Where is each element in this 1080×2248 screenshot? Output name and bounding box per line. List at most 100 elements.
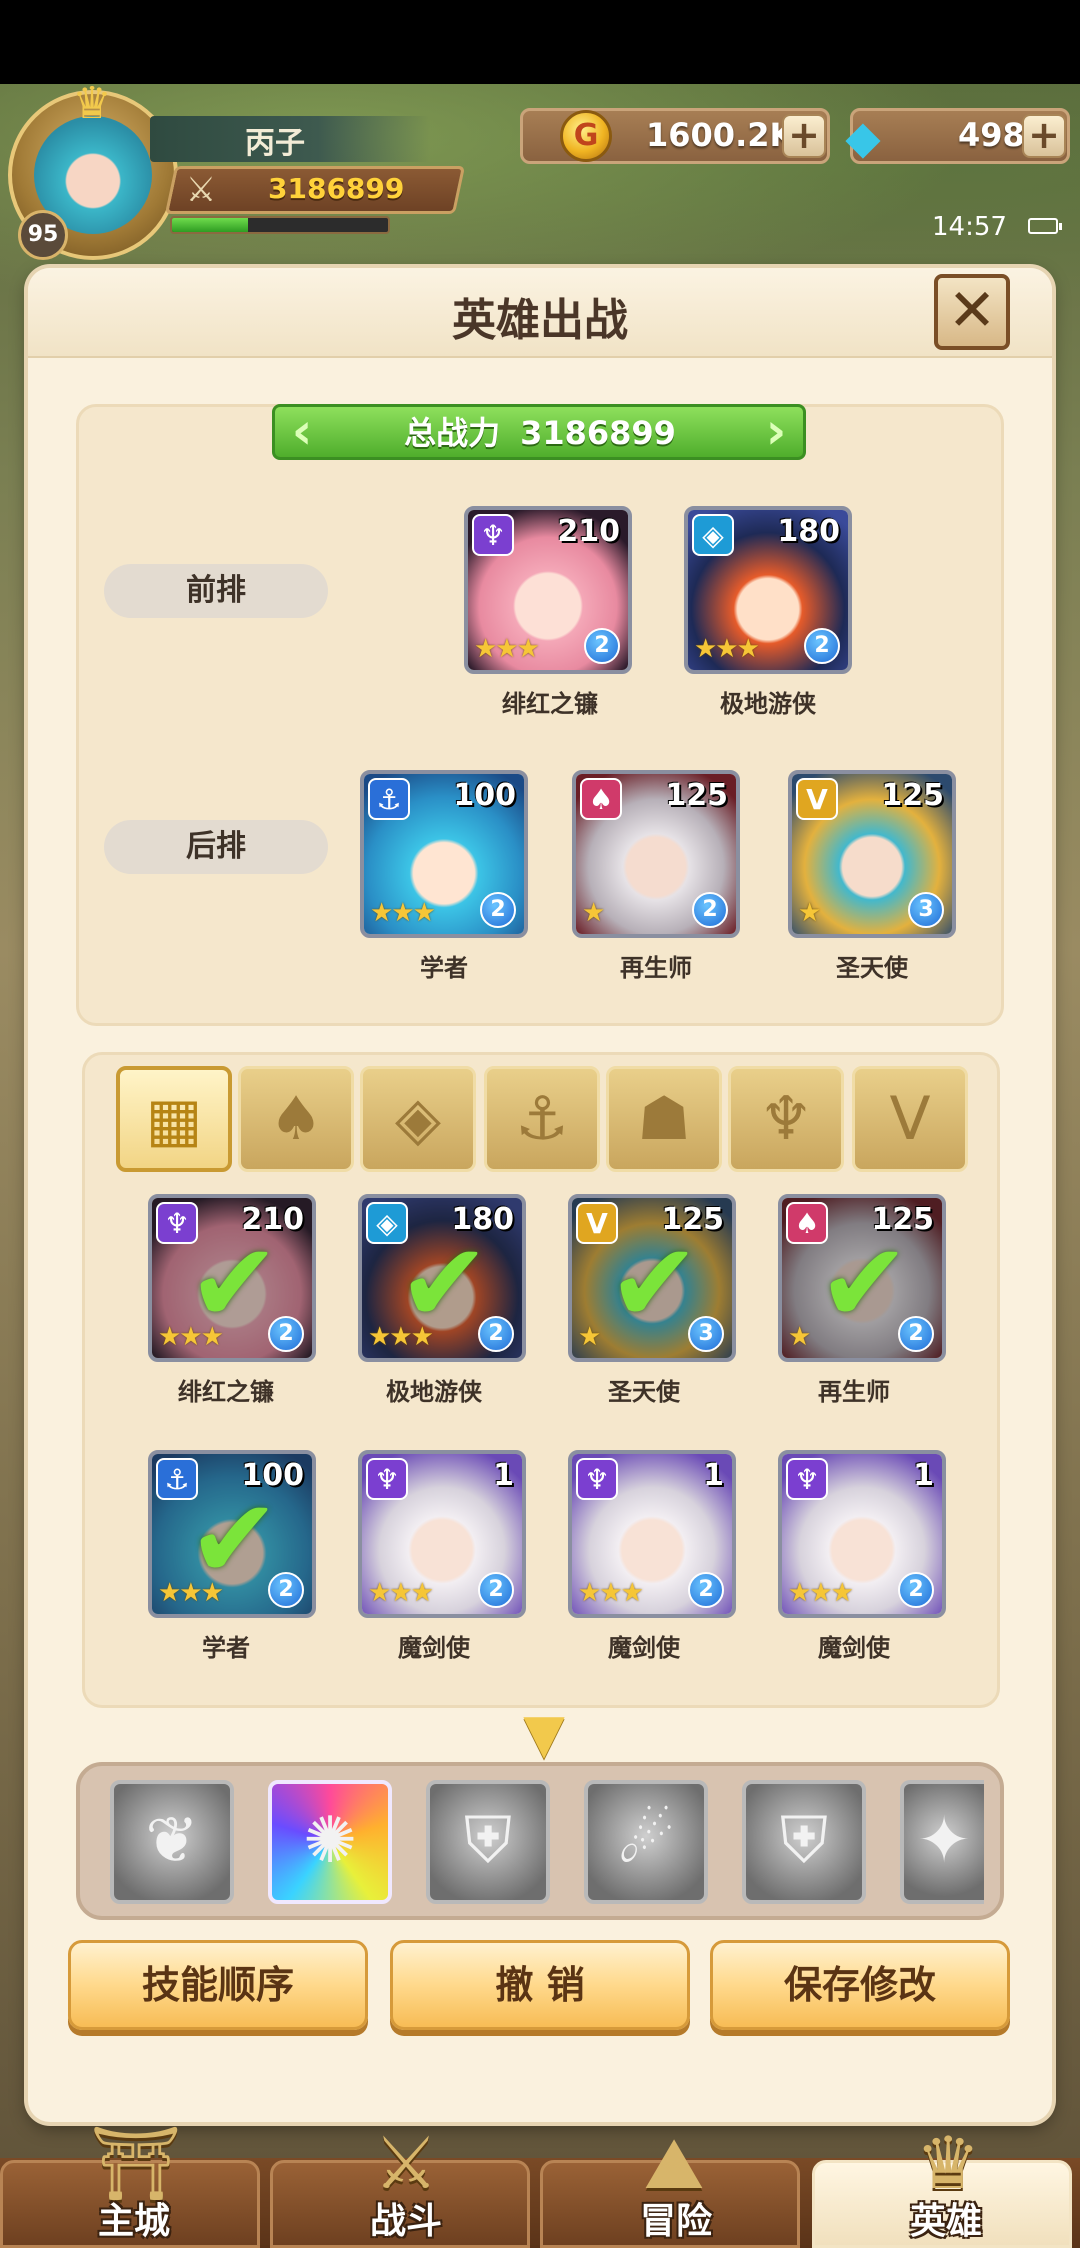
skill-slot-3[interactable]: ⛨	[426, 1780, 550, 1904]
wing-class-icon: V	[796, 778, 838, 820]
scythe-class-icon: ♆	[576, 1458, 618, 1500]
player-power-value: 3186899	[268, 172, 405, 205]
skill-slot-4[interactable]: ☄	[584, 1780, 708, 1904]
skill-slot-6[interactable]: ✦	[900, 1780, 984, 1904]
crown-icon: ♛	[72, 78, 112, 129]
gem-amount: 498	[958, 116, 1025, 154]
exp-progress-bar	[170, 216, 390, 234]
hero-stars: ★★★	[694, 634, 760, 664]
scythe-class-icon: ♆	[786, 1458, 828, 1500]
pool-hero-card[interactable]: ♆ 1 ★★★ 2	[358, 1450, 526, 1618]
pool-hero-card[interactable]: V 125 ★ 3 ✔	[568, 1194, 736, 1362]
exp-progress-fill	[172, 218, 248, 232]
hero-stars: ★	[582, 898, 605, 928]
close-button[interactable]: ✕	[934, 274, 1010, 350]
anchor-class-icon: ⚓	[368, 778, 410, 820]
hero-level: 180	[777, 514, 840, 549]
hero-level: 1	[913, 1458, 934, 1493]
undo-button[interactable]: 撤 销	[390, 1940, 690, 2030]
diamond-class-icon: ◈	[692, 514, 734, 556]
close-icon: ✕	[947, 276, 997, 344]
diamond-filter-icon: ◈	[394, 1084, 442, 1154]
selected-check-icon: ✔	[188, 1219, 281, 1347]
hero-stars: ★★★	[370, 898, 436, 928]
pool-hero-card[interactable]: ♆ 210 ★★★ 2 ✔	[148, 1194, 316, 1362]
shield-crest-skill-icon: ⛨	[780, 1804, 828, 1878]
selected-check-icon: ✔	[188, 1475, 281, 1603]
pool-hero-name: 绯红之镰	[178, 1378, 274, 1406]
front-hero-slot-1[interactable]: ♆ 210 ★★★ 2	[464, 506, 632, 674]
gold-coin-icon: G	[560, 110, 612, 162]
filter-tab-wing[interactable]: V	[852, 1066, 968, 1172]
back-hero-slot-1[interactable]: ⚓ 100 ★★★ 2	[360, 770, 528, 938]
hero-stars: ★	[788, 1322, 811, 1352]
scythe-class-icon: ♆	[472, 514, 514, 556]
pool-hero-name: 魔剑使	[608, 1634, 680, 1662]
filter-tab-lotus[interactable]: ♠	[238, 1066, 354, 1172]
hero-stars: ★★★	[578, 1578, 644, 1608]
pool-hero-card[interactable]: ♠ 125 ★ 2 ✔	[778, 1194, 946, 1362]
hero-stars: ★	[578, 1322, 601, 1352]
back-row-label: 后排	[104, 820, 328, 874]
hero-level: 125	[665, 778, 728, 813]
hero-rank-badge: 2	[480, 892, 516, 928]
pool-hero-name: 圣天使	[608, 1378, 680, 1406]
pool-hero-name: 再生师	[818, 1378, 890, 1406]
hero-level: 100	[453, 778, 516, 813]
filter-tab-diamond[interactable]: ◈	[360, 1066, 476, 1172]
selected-check-icon: ✔	[398, 1219, 491, 1347]
hero-rank-badge: 2	[804, 628, 840, 664]
nav-label-main-city: 主城	[97, 2201, 170, 2242]
beast-filter-icon: ☗	[637, 1084, 691, 1154]
filter-tab-beast[interactable]: ☗	[606, 1066, 722, 1172]
skill-slot-1[interactable]: ❦	[110, 1780, 234, 1904]
add-gem-button[interactable]: +	[1022, 114, 1066, 158]
filter-tab-anchor[interactable]: ⚓	[484, 1066, 600, 1172]
whirl-skill-icon: ✦	[917, 1804, 971, 1878]
hero-rank-badge: 2	[478, 1572, 514, 1608]
chevron-left-icon: ‹	[291, 402, 313, 460]
shield-guard-skill-icon: ⛨	[464, 1804, 512, 1878]
pool-hero-card[interactable]: ♆ 1 ★★★ 2	[568, 1450, 736, 1618]
selected-check-icon: ✔	[608, 1219, 701, 1347]
clock-time: 14:57	[932, 212, 1007, 242]
skill-slot-5[interactable]: ⛨	[742, 1780, 866, 1904]
dialog-title: 英雄出战	[452, 295, 628, 346]
front-hero-slot-2[interactable]: ◈ 180 ★★★ 2	[684, 506, 852, 674]
hero-rank-badge: 2	[688, 1572, 724, 1608]
hero-stars: ★	[798, 898, 821, 928]
skill-order-button[interactable]: 技能顺序	[68, 1940, 368, 2030]
save-changes-button[interactable]: 保存修改	[710, 1940, 1010, 2030]
pool-hero-name: 学者	[202, 1634, 250, 1662]
pool-hero-card[interactable]: ◈ 180 ★★★ 2 ✔	[358, 1194, 526, 1362]
back-hero-slot-2[interactable]: ♠ 125 ★ 2	[572, 770, 740, 938]
hero-rank-badge: 2	[584, 628, 620, 664]
pool-hero-card[interactable]: ⚓ 100 ★★★ 2 ✔	[148, 1450, 316, 1618]
expand-triangle-icon[interactable]: ▼	[504, 1707, 584, 1761]
total-power-value: 3186899	[520, 414, 676, 452]
filter-tab-scythe[interactable]: ♆	[728, 1066, 844, 1172]
pool-hero-card[interactable]: ♆ 1 ★★★ 2	[778, 1450, 946, 1618]
hero-stars: ★★★	[368, 1578, 434, 1608]
pool-hero-name: 魔剑使	[818, 1634, 890, 1662]
player-level-badge: 95	[18, 210, 68, 260]
front-hero-name-2: 极地游侠	[720, 690, 816, 718]
total-power-label: 总战力	[404, 414, 501, 452]
hero-rank-badge: 3	[908, 892, 944, 928]
hero-level: 125	[881, 778, 944, 813]
skill-slot-2[interactable]: ✺	[268, 1780, 392, 1904]
scythe-class-icon: ♆	[366, 1458, 408, 1500]
add-gold-button[interactable]: +	[782, 114, 826, 158]
filter-tab-all[interactable]: ▦	[116, 1066, 232, 1172]
wing-slash-skill-icon: ❦	[145, 1804, 199, 1878]
nav-label-heroes: 英雄	[909, 2201, 982, 2242]
front-row-label: 前排	[104, 564, 328, 618]
crossed-swords-icon: ⚔	[185, 170, 217, 210]
scythe-filter-icon: ♆	[759, 1084, 813, 1154]
diamond-gem-icon: ◆	[845, 110, 881, 164]
back-hero-slot-3[interactable]: V 125 ★ 3	[788, 770, 956, 938]
gold-amount: 1600.2K	[646, 116, 795, 154]
hero-level: 1	[493, 1458, 514, 1493]
prism-burst-skill-icon: ✺	[303, 1804, 357, 1878]
chevron-right-icon: ›	[765, 402, 787, 460]
